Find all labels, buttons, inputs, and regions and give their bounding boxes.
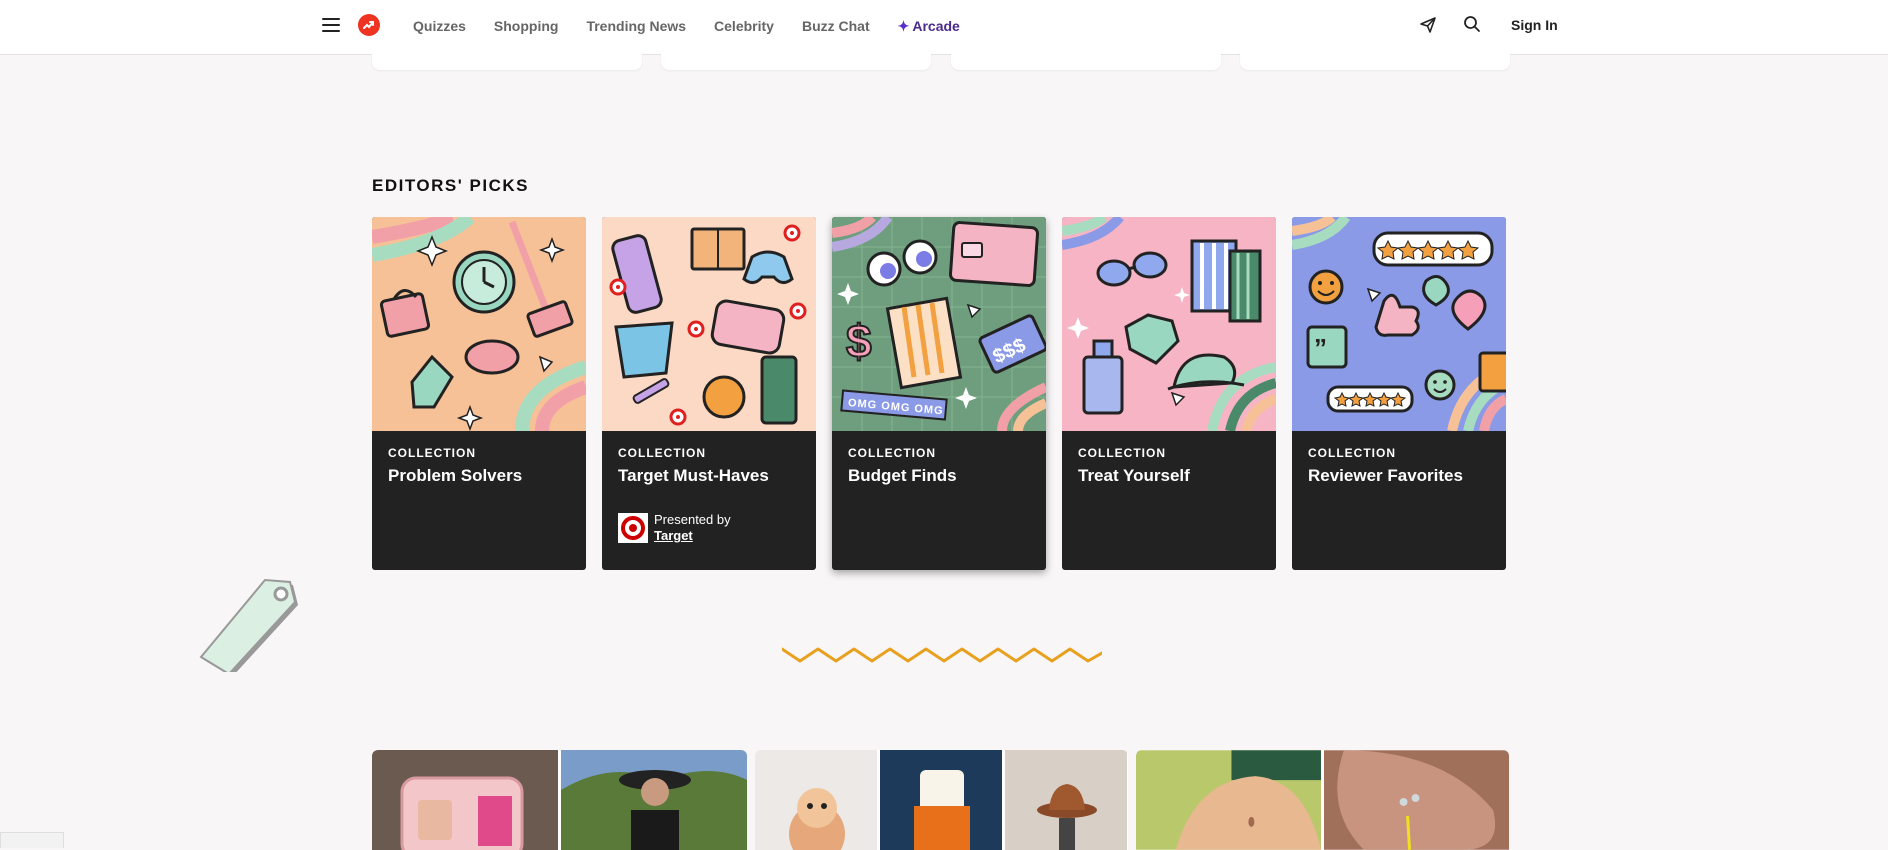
- product-photo: [561, 750, 747, 850]
- editors-picks-heading: EDITORS' PICKS: [372, 176, 529, 195]
- previous-card-bottom: [1240, 52, 1510, 70]
- card-label: COLLECTION: [1078, 446, 1166, 460]
- menu-icon[interactable]: [322, 18, 340, 32]
- search-icon[interactable]: [1460, 12, 1484, 36]
- svg-text:$: $: [846, 315, 872, 367]
- card-title: Target Must-Haves: [618, 466, 769, 485]
- sign-in-link[interactable]: Sign In: [1511, 17, 1558, 33]
- sponsor-block: Presented by Target: [618, 512, 731, 544]
- presented-by-label: Presented by: [654, 512, 731, 527]
- recaptcha-badge[interactable]: [0, 832, 64, 848]
- nav-trending-news[interactable]: Trending News: [586, 18, 686, 34]
- card-title: Budget Finds: [848, 466, 957, 485]
- target-must-haves-illustration: [602, 217, 816, 431]
- product-photo: [1136, 750, 1321, 850]
- main-nav: Quizzes Shopping Trending News Celebrity…: [413, 0, 988, 52]
- card-label: COLLECTION: [1308, 446, 1396, 460]
- editors-picks-row: COLLECTION Problem Solvers COLLECTION Ta…: [372, 217, 1506, 570]
- target-logo-icon: [618, 513, 648, 543]
- product-collage-card[interactable]: [372, 750, 747, 850]
- reviewer-favorites-illustration: ”: [1292, 217, 1506, 431]
- product-collage-card[interactable]: [755, 750, 1128, 850]
- card-label: COLLECTION: [848, 446, 936, 460]
- card-label: COLLECTION: [618, 446, 706, 460]
- previous-card-bottom: [951, 52, 1221, 70]
- previous-card-bottom: [661, 52, 931, 70]
- collection-card-treat-yourself[interactable]: COLLECTION Treat Yourself: [1062, 217, 1276, 570]
- card-title: Treat Yourself: [1078, 466, 1190, 485]
- nav-arcade[interactable]: ✦ Arcade: [898, 18, 960, 35]
- send-icon[interactable]: [1416, 13, 1440, 37]
- product-photo: [1005, 750, 1127, 850]
- product-photo: [1324, 750, 1509, 850]
- problem-solvers-illustration: [372, 217, 586, 431]
- collection-card-budget-finds[interactable]: $ $$$ OMG OMG OMG COLLECTION Budget Find…: [832, 217, 1046, 570]
- product-collage-row: [372, 750, 1509, 850]
- nav-celebrity[interactable]: Celebrity: [714, 18, 774, 34]
- nav-arcade-label: Arcade: [912, 18, 960, 34]
- budget-finds-illustration: $ $$$ OMG OMG OMG: [832, 217, 1046, 431]
- buzzfeed-logo-icon[interactable]: [358, 14, 380, 36]
- zigzag-divider: [782, 647, 1102, 663]
- collection-card-reviewer-favorites[interactable]: ” COLLECTION Reviewer Favorites: [1292, 217, 1506, 570]
- product-photo: [755, 750, 877, 850]
- card-title: Problem Solvers: [388, 466, 523, 485]
- previous-card-bottom: [372, 52, 642, 70]
- product-photo: [372, 750, 558, 850]
- nav-quizzes[interactable]: Quizzes: [413, 18, 466, 34]
- collection-card-problem-solvers[interactable]: COLLECTION Problem Solvers: [372, 217, 586, 570]
- collection-card-target-must-haves[interactable]: COLLECTION Target Must-Haves Presented b…: [602, 217, 816, 570]
- product-collage-card[interactable]: [1136, 750, 1509, 850]
- nav-shopping[interactable]: Shopping: [494, 18, 559, 34]
- price-tag-icon: [199, 578, 298, 672]
- card-label: COLLECTION: [388, 446, 476, 460]
- sparkle-icon: ✦: [897, 17, 910, 34]
- sponsor-link[interactable]: Target: [654, 528, 731, 544]
- product-photo: [880, 750, 1002, 850]
- card-title: Reviewer Favorites: [1308, 466, 1463, 485]
- top-navigation-bar: Quizzes Shopping Trending News Celebrity…: [0, 0, 1888, 55]
- svg-text:”: ”: [1314, 333, 1327, 363]
- treat-yourself-illustration: [1062, 217, 1276, 431]
- nav-buzz-chat[interactable]: Buzz Chat: [802, 18, 870, 34]
